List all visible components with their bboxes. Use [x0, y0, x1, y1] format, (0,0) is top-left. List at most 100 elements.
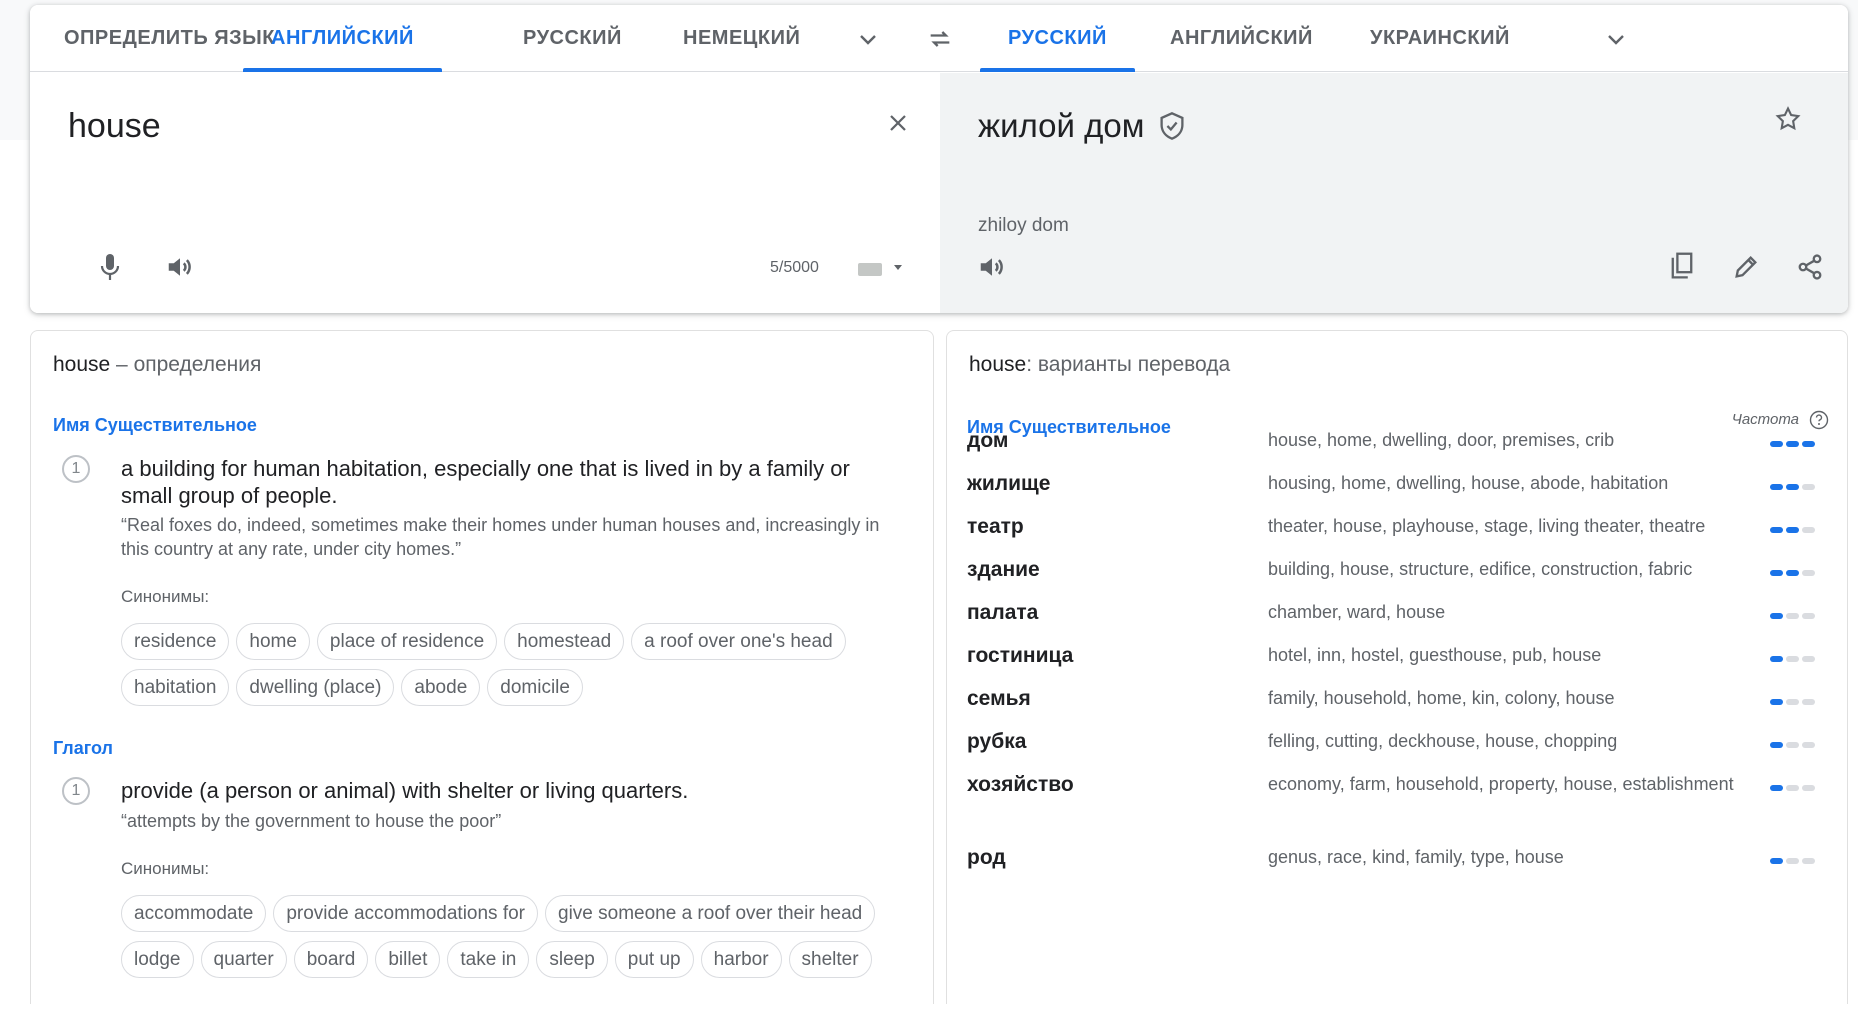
tab-source-german[interactable]: НЕМЕЦКИЙ — [683, 5, 800, 72]
translation-word[interactable]: театр — [967, 515, 1024, 539]
save-star-icon[interactable] — [1768, 99, 1808, 139]
verb-synonyms-label: Синонимы: — [121, 859, 210, 878]
verb-label: Глагол — [53, 738, 113, 758]
back-translations: house, home, dwelling, door, premises, c… — [1268, 430, 1615, 450]
translation-word[interactable]: род — [967, 846, 1006, 870]
back-translations: hotel, inn, hostel, guesthouse, pub, hou… — [1268, 645, 1602, 665]
language-bar: ОПРЕДЕЛИТЬ ЯЗЫК АНГЛИЙСКИЙ РУССКИЙ НЕМЕЦ… — [30, 5, 1848, 72]
synonym-chip[interactable]: shelter — [788, 941, 872, 978]
translation-word[interactable]: гостиница — [967, 644, 1073, 668]
synonym-chip[interactable]: harbor — [700, 941, 782, 978]
verb-definition: provide (a person or animal) with shelte… — [121, 778, 689, 803]
share-icon[interactable] — [1790, 247, 1830, 287]
frequency-bar — [1770, 742, 1815, 748]
frequency-segment — [1786, 858, 1799, 864]
transliteration: zhiloy dom — [978, 215, 1069, 236]
frequency-segment — [1786, 742, 1799, 748]
synonym-chip[interactable]: quarter — [200, 941, 287, 978]
source-text-input[interactable]: house — [68, 107, 161, 146]
frequency-bar — [1770, 656, 1815, 662]
translator-card: ОПРЕДЕЛИТЬ ЯЗЫК АНГЛИЙСКИЙ РУССКИЙ НЕМЕЦ… — [30, 5, 1848, 313]
tab-target-ukrainian[interactable]: УКРАИНСКИЙ — [1370, 5, 1510, 72]
frequency-bar — [1770, 484, 1815, 490]
back-translations: theater, house, playhouse, stage, living… — [1268, 516, 1706, 536]
target-listen-speaker-icon[interactable] — [972, 247, 1012, 287]
synonym-chip[interactable]: provide accommodations for — [273, 895, 539, 932]
source-pane: house 5/5000 — [30, 73, 940, 313]
tab-source-english[interactable]: АНГЛИЙСКИЙ — [243, 5, 442, 72]
definition-number: 1 — [62, 455, 90, 483]
synonym-chip[interactable]: sleep — [536, 941, 608, 978]
synonym-chip[interactable]: habitation — [121, 669, 230, 706]
synonym-chip[interactable]: domicile — [487, 669, 583, 706]
synonym-chip[interactable]: a roof over one's head — [631, 623, 846, 660]
source-more-languages-chevron-icon[interactable] — [852, 23, 884, 55]
translation-word[interactable]: жилище — [967, 472, 1050, 496]
target-more-languages-chevron-icon[interactable] — [1600, 23, 1632, 55]
frequency-segment — [1770, 441, 1783, 447]
frequency-bar — [1770, 858, 1815, 864]
frequency-bar — [1770, 527, 1815, 533]
synonym-chip[interactable]: take in — [447, 941, 530, 978]
tab-detect-language[interactable]: ОПРЕДЕЛИТЬ ЯЗЫК — [64, 5, 275, 72]
frequency-segment — [1802, 699, 1815, 705]
synonym-chip[interactable]: dwelling (place) — [236, 669, 395, 706]
microphone-icon[interactable] — [90, 247, 130, 287]
frequency-segment — [1786, 785, 1799, 791]
noun-definition: a building for human habitation, especia… — [121, 456, 850, 508]
frequency-segment — [1802, 527, 1815, 533]
synonym-chip[interactable]: homestead — [504, 623, 625, 660]
translation-output: жилой дом — [978, 107, 1186, 145]
synonym-chip[interactable]: lodge — [121, 941, 194, 978]
source-listen-speaker-icon[interactable] — [160, 247, 200, 287]
synonym-chip[interactable]: abode — [401, 669, 481, 706]
translation-word[interactable]: дом — [967, 429, 1008, 453]
frequency-segment — [1802, 742, 1815, 748]
synonym-chip[interactable]: give someone a roof over their head — [545, 895, 876, 932]
frequency-segment — [1786, 699, 1799, 705]
keyboard-icon[interactable] — [852, 253, 908, 283]
definitions-heading: house – определения — [53, 353, 262, 376]
synonym-chip[interactable]: board — [293, 941, 369, 978]
noun-synonyms-label: Синонимы: — [121, 587, 210, 606]
frequency-bar — [1770, 613, 1815, 619]
swap-languages-icon[interactable] — [922, 21, 958, 57]
translation-word[interactable]: рубка — [967, 730, 1026, 754]
frequency-segment — [1786, 527, 1799, 533]
frequency-segment — [1770, 858, 1783, 864]
frequency-segment — [1770, 613, 1783, 619]
frequency-segment — [1770, 570, 1783, 576]
tab-source-russian[interactable]: РУССКИЙ — [523, 5, 622, 72]
translation-word[interactable]: семья — [967, 687, 1031, 711]
bottom-fade — [0, 1004, 1858, 1032]
translation-word[interactable]: хозяйство — [967, 773, 1074, 797]
tab-target-english[interactable]: АНГЛИЙСКИЙ — [1170, 5, 1313, 72]
synonym-chip[interactable]: billet — [375, 941, 441, 978]
frequency-segment — [1770, 656, 1783, 662]
back-translations: chamber, ward, house — [1268, 602, 1446, 622]
synonym-chip[interactable]: accommodate — [121, 895, 267, 932]
character-counter: 5/5000 — [770, 259, 819, 276]
translation-word[interactable]: здание — [967, 558, 1040, 582]
noun-example: “Real foxes do, indeed, sometimes make t… — [121, 515, 880, 559]
synonym-chip[interactable]: home — [236, 623, 310, 660]
copy-icon[interactable] — [1662, 247, 1702, 287]
verified-shield-icon — [1158, 111, 1186, 141]
clear-source-text-icon[interactable] — [880, 105, 916, 141]
frequency-segment — [1786, 484, 1799, 490]
translation-word[interactable]: палата — [967, 601, 1038, 625]
translations-panel: house: варианты перевода Имя Существител… — [946, 330, 1848, 1032]
synonym-chip[interactable]: place of residence — [316, 623, 498, 660]
frequency-segment — [1802, 785, 1815, 791]
frequency-bar — [1770, 570, 1815, 576]
frequency-segment — [1770, 527, 1783, 533]
synonym-chip[interactable]: residence — [121, 623, 230, 660]
frequency-segment — [1770, 785, 1783, 791]
synonym-chip[interactable]: put up — [614, 941, 694, 978]
tab-target-russian[interactable]: РУССКИЙ — [980, 5, 1135, 72]
edit-pencil-icon[interactable] — [1726, 247, 1766, 287]
help-icon[interactable] — [1809, 410, 1829, 435]
back-translations: felling, cutting, deckhouse, house, chop… — [1268, 731, 1618, 751]
frequency-bar — [1770, 441, 1815, 447]
frequency-bar — [1770, 699, 1815, 705]
